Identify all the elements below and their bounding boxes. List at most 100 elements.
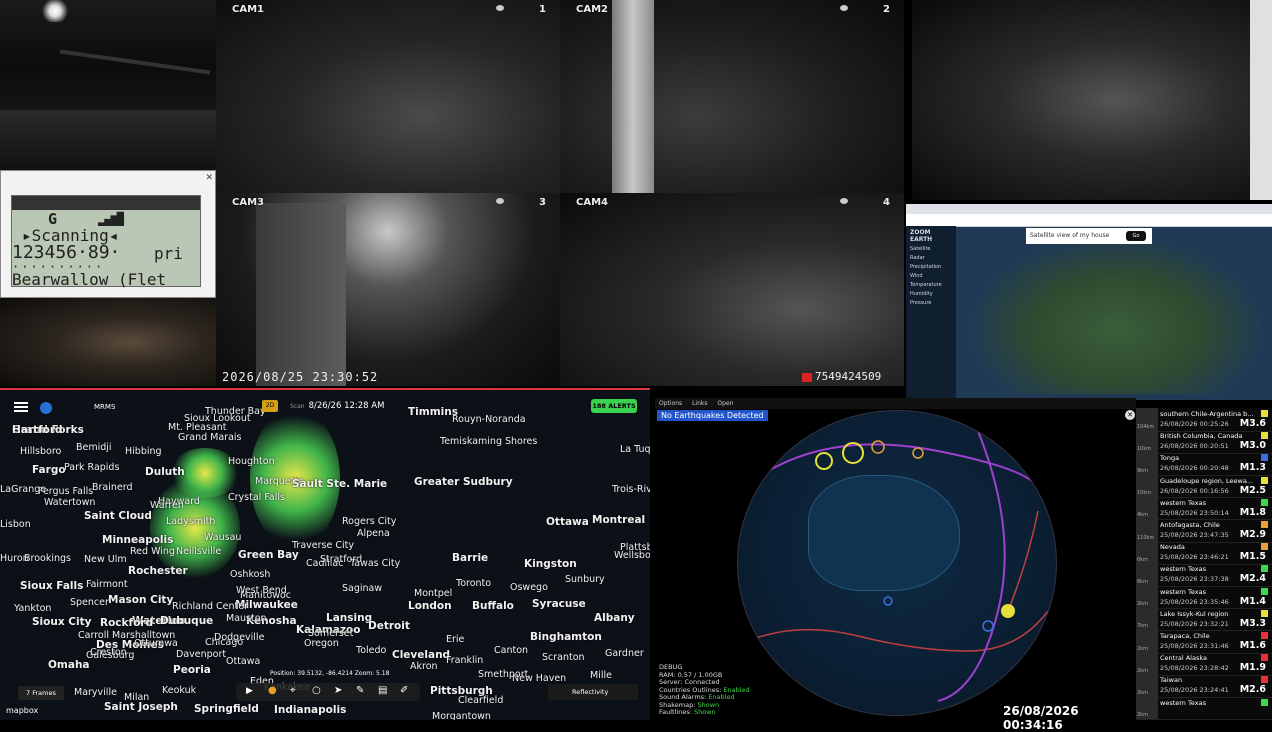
scanner-window: ✕ G ▂▄▆█ ▸Scanning◂ 123456·89· pri ·····… bbox=[0, 170, 216, 298]
close-icon[interactable]: ✕ bbox=[1125, 410, 1135, 420]
quake-list-item[interactable]: 10km British Columbia, Canada 26/08/2026 0… bbox=[1136, 430, 1272, 454]
quake-location: western Texas bbox=[1160, 587, 1206, 596]
layer-item[interactable]: Satellite bbox=[910, 246, 952, 252]
city-label: Brookings bbox=[24, 553, 71, 564]
send-icon[interactable]: ➤ bbox=[334, 685, 342, 696]
play-icon[interactable]: ▶ bbox=[246, 686, 253, 696]
intensity-indicator bbox=[1261, 410, 1268, 417]
menu-options[interactable]: Options bbox=[659, 400, 682, 407]
lcd-header bbox=[12, 196, 200, 210]
quake-list-item[interactable]: 104km southern Chile-Argentina b... 26/08/… bbox=[1136, 408, 1272, 432]
quake-list-item[interactable]: 8km western Texas 25/08/2026 23:37:38 M2.4 bbox=[1136, 563, 1272, 588]
city-label: Hillsboro bbox=[20, 446, 62, 457]
quake-list-item[interactable]: 110km Antofagasta, Chile 25/08/2026 23:47:… bbox=[1136, 519, 1272, 543]
menu-icon[interactable] bbox=[14, 402, 28, 412]
camera-feed-4[interactable]: CAM4 4 bbox=[560, 193, 904, 386]
quake-location: southern Chile-Argentina b... bbox=[1160, 410, 1254, 418]
porch-light bbox=[40, 0, 70, 22]
globe-view[interactable] bbox=[737, 410, 1057, 716]
cloud-icon bbox=[840, 5, 848, 11]
quake-list-item[interactable]: 7km Lake Issyk-Kul region 25/08/2026 23:32… bbox=[1136, 607, 1272, 632]
quake-list-item[interactable]: 2km western Texas bbox=[1136, 696, 1272, 720]
porch-camera-feed bbox=[0, 0, 216, 170]
city-label: Oshkosh bbox=[230, 569, 271, 580]
layer-item[interactable]: Radar bbox=[910, 255, 952, 261]
city-label: Grand Marais bbox=[178, 432, 242, 443]
city-label: Sioux Lookout bbox=[184, 413, 251, 424]
mode-toggle[interactable]: 2D bbox=[262, 400, 278, 412]
city-label: Neillsville bbox=[176, 546, 222, 557]
city-label: Carroll bbox=[78, 630, 109, 641]
camera-feed-2[interactable]: CAM2 2 bbox=[560, 0, 904, 193]
camera-feed-3[interactable]: CAM3 3 bbox=[216, 193, 560, 386]
quake-list-item[interactable]: 2km Central Alaska 25/08/2026 23:28:42 M1.9 bbox=[1136, 652, 1272, 676]
city-label: Rochester bbox=[128, 565, 188, 577]
quake-magnitude: M1.9 bbox=[1239, 662, 1266, 674]
quake-list-item[interactable]: 2km Tarapaca, Chile 25/08/2026 23:31:46 M1.… bbox=[1136, 630, 1272, 654]
quake-list-item[interactable]: 10km Guadeloupe region, Leewa... 26/08/202… bbox=[1136, 474, 1272, 499]
quake-magnitude: M3.3 bbox=[1239, 617, 1266, 629]
intensity-indicator bbox=[1261, 432, 1268, 440]
search-go-button[interactable]: Go bbox=[1126, 231, 1146, 241]
search-text: Satellite view of my house bbox=[1030, 232, 1110, 239]
intensity-indicator bbox=[1261, 676, 1268, 684]
city-label: Toledo bbox=[356, 645, 387, 656]
layer-item[interactable]: Precipitation bbox=[910, 264, 952, 270]
quake-list-item[interactable]: 2km Taiwan 25/08/2026 23:24:41 M2.6 bbox=[1136, 674, 1272, 699]
intensity-indicator bbox=[1261, 632, 1268, 639]
quake-time: 26/08/2026 00:16:56 bbox=[1160, 486, 1229, 495]
city-label: Trois-Riv bbox=[612, 484, 650, 495]
radar-map[interactable]: Grand Forks Thunder Bay Timmins Rouyn-Noran… bbox=[0, 388, 650, 720]
quake-magnitude: M1.3 bbox=[1239, 462, 1266, 474]
city-label: Sioux City bbox=[32, 616, 92, 628]
crosshair-icon[interactable]: ⌖ bbox=[290, 685, 296, 696]
menu-open[interactable]: Open bbox=[717, 400, 733, 407]
frames-selector[interactable]: 7 Frames bbox=[18, 686, 64, 700]
intensity-indicator bbox=[1261, 698, 1268, 706]
city-label: Oregon bbox=[304, 638, 339, 649]
layer-item[interactable]: Humidity bbox=[910, 291, 952, 297]
layer-item[interactable]: Temperature bbox=[910, 282, 952, 288]
quake-magnitude: M1.8 bbox=[1239, 506, 1266, 518]
layer-item[interactable]: Wind bbox=[910, 273, 952, 279]
search-input[interactable]: Satellite view of my house Go bbox=[1026, 228, 1152, 244]
quake-distance: 104km bbox=[1137, 423, 1155, 430]
city-label: Dubuque bbox=[160, 615, 214, 627]
close-icon[interactable]: ✕ bbox=[205, 173, 213, 183]
layer-item[interactable]: Pressure bbox=[910, 300, 952, 306]
menu-links[interactable]: Links bbox=[692, 400, 707, 407]
city-label: Cleveland bbox=[392, 649, 451, 661]
quake-distance: 2km bbox=[1137, 645, 1148, 652]
edit-icon[interactable]: ✐ bbox=[400, 685, 408, 696]
status-line: Faultlines: Shown bbox=[659, 708, 716, 716]
circle-draw-icon[interactable]: ○ bbox=[312, 685, 321, 696]
zoom-earth-sidebar: ZOOM EARTH Satellite Radar Precipitation… bbox=[906, 226, 956, 400]
city-label: Sioux Falls bbox=[20, 580, 84, 592]
city-label: Omaha bbox=[48, 659, 90, 671]
city-label: Fergus Falls bbox=[38, 486, 94, 497]
product-selector[interactable]: MRMS bbox=[94, 403, 115, 411]
location-pin-icon[interactable]: ● bbox=[268, 685, 277, 696]
quake-list-item[interactable]: 2km western Texas 25/08/2026 23:35:46 M1.4 bbox=[1136, 585, 1272, 610]
city-label: Dodgeville bbox=[214, 632, 265, 643]
quake-list-item[interactable]: 0km Nevada 25/08/2026 23:46:21 M1.5 bbox=[1136, 541, 1272, 565]
city-label: Milan bbox=[124, 692, 150, 703]
city-label: Ladysmith bbox=[166, 516, 216, 527]
camera-feed-1[interactable]: CAM1 1 bbox=[216, 0, 560, 193]
pencil-icon[interactable]: ✎ bbox=[356, 685, 364, 696]
earthquake-list: 104km southern Chile-Argentina b... 26/08/… bbox=[1136, 408, 1272, 720]
camera-number: 2 bbox=[883, 4, 890, 15]
quake-list-item[interactable]: 4km western Texas 25/08/2026 23:50:14 M1.8 bbox=[1136, 496, 1272, 521]
quake-list-item[interactable]: 9km Tonga 26/08/2026 00:20:48 M1.3 bbox=[1136, 452, 1272, 477]
city-label: Montreal bbox=[592, 514, 646, 526]
shed-door bbox=[256, 203, 346, 386]
alerts-button[interactable]: 188 ALERTS bbox=[591, 399, 637, 413]
city-label: Buffalo bbox=[472, 600, 514, 612]
browser-address-bar[interactable] bbox=[906, 214, 1272, 227]
intensity-indicator bbox=[1261, 521, 1268, 528]
map-toolbar: ▶ ● ⌖ ○ ➤ ✎ ▤ ✐ bbox=[236, 683, 420, 701]
layer-selector[interactable]: Reflectivity bbox=[548, 684, 638, 700]
browser-tab-bar[interactable] bbox=[906, 204, 1272, 214]
layers-icon[interactable]: ▤ bbox=[378, 685, 387, 696]
power-icon[interactable] bbox=[40, 402, 52, 414]
